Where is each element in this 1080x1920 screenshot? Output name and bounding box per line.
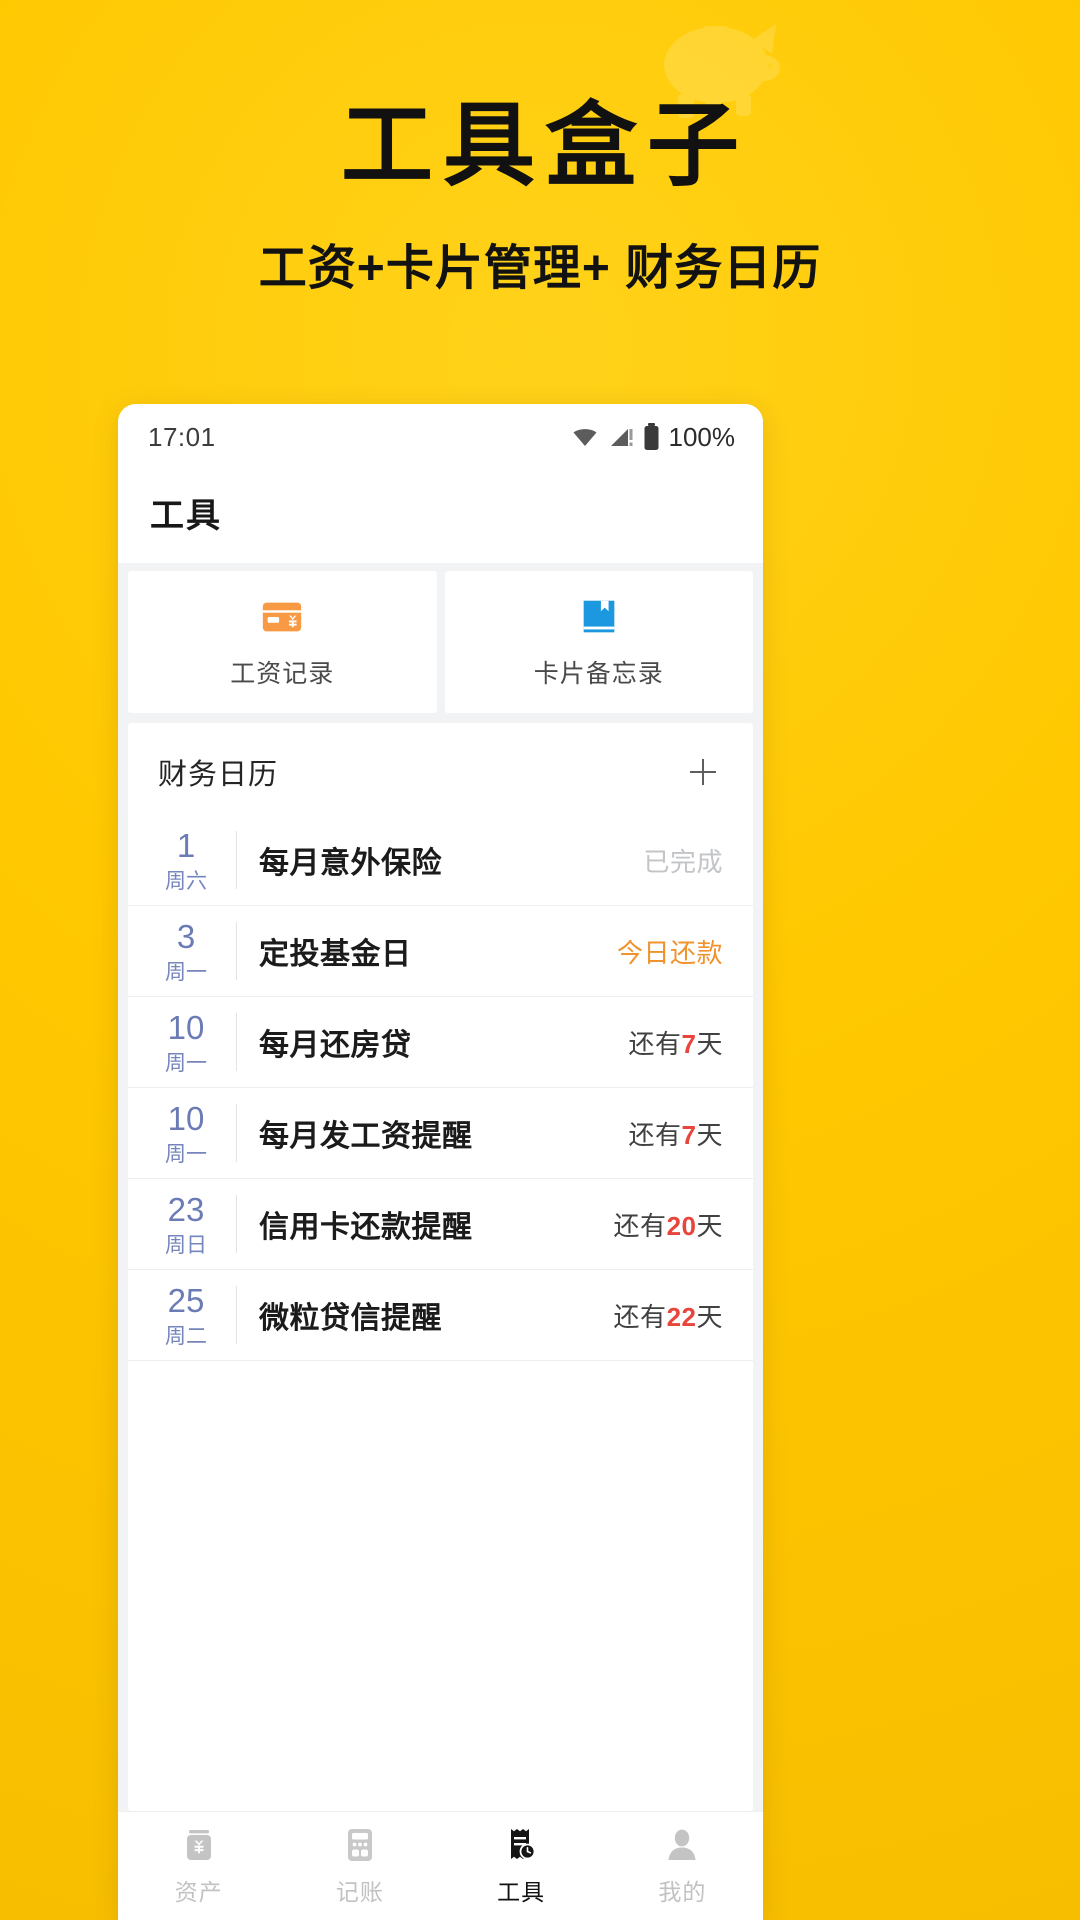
status-badge: 还有7天 (629, 1115, 724, 1152)
person-icon (668, 1829, 696, 1860)
salary-card-icon (263, 602, 302, 632)
tool-card-salary-record[interactable]: 工资记录 (128, 571, 437, 713)
status-number: 22 (666, 1301, 697, 1332)
event-day: 10 (167, 1008, 205, 1046)
event-weekday: 周一 (165, 1051, 207, 1075)
status-prefix: 还有 (628, 1028, 682, 1059)
event-weekday: 周六 (165, 869, 207, 893)
tab-label: 记账 (335, 1878, 384, 1905)
plus-icon (690, 759, 716, 785)
status-number: 7 (681, 1028, 697, 1059)
event-title: 每月意外保险 (259, 847, 442, 880)
status-bar: 17:01 100% (118, 404, 763, 470)
status-prefix: 还有 (613, 1301, 667, 1332)
list-item[interactable]: 10 周一 每月还房贷 还有7天 (128, 997, 753, 1088)
event-day: 23 (167, 1190, 205, 1228)
event-date: 10 周一 (154, 1011, 218, 1074)
list-item[interactable]: 10 周一 每月发工资提醒 还有7天 (128, 1088, 753, 1179)
tab-tools[interactable]: 工具 (441, 1826, 602, 1907)
event-date: 1 周六 (154, 829, 218, 892)
divider (236, 831, 237, 889)
status-suffix: 天 (696, 1119, 723, 1150)
status-number: 20 (666, 1210, 697, 1241)
divider (236, 1104, 237, 1162)
list-item[interactable]: 1 周六 每月意外保险 已完成 (128, 815, 753, 906)
financial-calendar-header: 财务日历 (128, 723, 753, 815)
status-bar-time: 17:01 (148, 421, 216, 452)
status-badge: 已完成 (643, 846, 723, 877)
event-day: 3 (176, 917, 196, 955)
event-title: 信用卡还款提醒 (259, 1211, 473, 1244)
status-bar-icons: 100% (571, 421, 736, 453)
screen-body: 工资记录 卡片备忘录 财务日历 1 周六 每月意外保险 已完成 3 周一 定投基… (118, 563, 763, 1920)
event-weekday: 周一 (165, 1142, 207, 1166)
event-weekday: 周二 (165, 1324, 207, 1348)
promo-subtitle: 工资+卡片管理+ 财务日历 (258, 242, 822, 295)
event-date: 25 周二 (154, 1284, 218, 1347)
app-bar: 工具 (118, 470, 763, 563)
financial-calendar-card: 财务日历 1 周六 每月意外保险 已完成 3 周一 定投基金日 今日还款 10 … (128, 723, 753, 1811)
tab-profile[interactable]: 我的 (602, 1826, 763, 1907)
financial-calendar-list: 1 周六 每月意外保险 已完成 3 周一 定投基金日 今日还款 10 周一 每月… (128, 815, 753, 1811)
status-suffix: 天 (696, 1301, 723, 1332)
event-weekday: 周一 (165, 960, 207, 984)
event-title: 定投基金日 (259, 938, 412, 971)
tab-label: 资产 (174, 1878, 223, 1905)
tool-shortcuts: 工资记录 卡片备忘录 (118, 563, 763, 713)
page-title: 工具 (150, 497, 222, 535)
event-date: 23 周日 (154, 1193, 218, 1256)
battery-icon (644, 423, 658, 450)
list-item[interactable]: 23 周日 信用卡还款提醒 还有20天 (128, 1179, 753, 1270)
tool-card-card-memo[interactable]: 卡片备忘录 (444, 571, 753, 713)
divider (236, 1195, 237, 1253)
status-badge: 今日还款 (616, 937, 723, 968)
list-item[interactable]: 3 周一 定投基金日 今日还款 (128, 906, 753, 997)
event-day: 10 (167, 1099, 205, 1137)
divider (236, 1286, 237, 1344)
wifi-icon (573, 429, 596, 446)
cellular-signal-icon (610, 429, 632, 446)
tab-label: 工具 (497, 1878, 546, 1905)
event-title: 每月发工资提醒 (259, 1120, 473, 1153)
divider (236, 1013, 237, 1071)
event-title: 微粒贷信提醒 (259, 1302, 442, 1335)
status-badge: 还有22天 (614, 1297, 723, 1334)
status-prefix: 还有 (628, 1119, 682, 1150)
event-day: 1 (176, 826, 196, 864)
list-item[interactable]: 25 周二 微粒贷信提醒 还有22天 (128, 1270, 753, 1361)
phone-mockup: 17:01 100% 工具 工资记录 卡片备忘录 财务日历 1 周六 每月意外保… (118, 404, 763, 1920)
promo-background: 工具盒子 工资+卡片管理+ 财务日历 17:01 100% 工具 工资记录 卡片… (0, 0, 1080, 1920)
event-date: 3 周一 (154, 920, 218, 983)
tool-card-label: 卡片备忘录 (533, 660, 664, 688)
divider (236, 922, 237, 980)
promo-title: 工具盒子 (340, 95, 749, 197)
status-badge: 还有7天 (629, 1024, 724, 1061)
status-prefix: 还有 (613, 1210, 667, 1241)
status-suffix: 天 (696, 1210, 723, 1241)
tool-card-label: 工资记录 (230, 660, 335, 688)
status-suffix: 天 (696, 1028, 723, 1059)
tab-bookkeeping[interactable]: 记账 (279, 1826, 440, 1907)
bottom-tab-bar: 资产 记账 工具 我的 (118, 1811, 763, 1920)
money-jar-icon (186, 1829, 211, 1860)
calculator-icon (347, 1828, 372, 1861)
add-event-button[interactable] (683, 752, 723, 792)
battery-percentage: 100% (668, 421, 736, 452)
receipt-clock-icon (511, 1828, 536, 1859)
status-number: 7 (681, 1119, 697, 1150)
tab-label: 我的 (658, 1878, 707, 1905)
event-day: 25 (167, 1281, 205, 1319)
event-title: 每月还房贷 (259, 1029, 412, 1062)
tab-assets[interactable]: 资产 (118, 1826, 279, 1907)
financial-calendar-title: 财务日历 (158, 759, 279, 791)
event-date: 10 周一 (154, 1102, 218, 1165)
event-weekday: 周日 (165, 1233, 207, 1257)
status-badge: 还有20天 (614, 1206, 723, 1243)
card-notebook-icon (583, 600, 615, 633)
